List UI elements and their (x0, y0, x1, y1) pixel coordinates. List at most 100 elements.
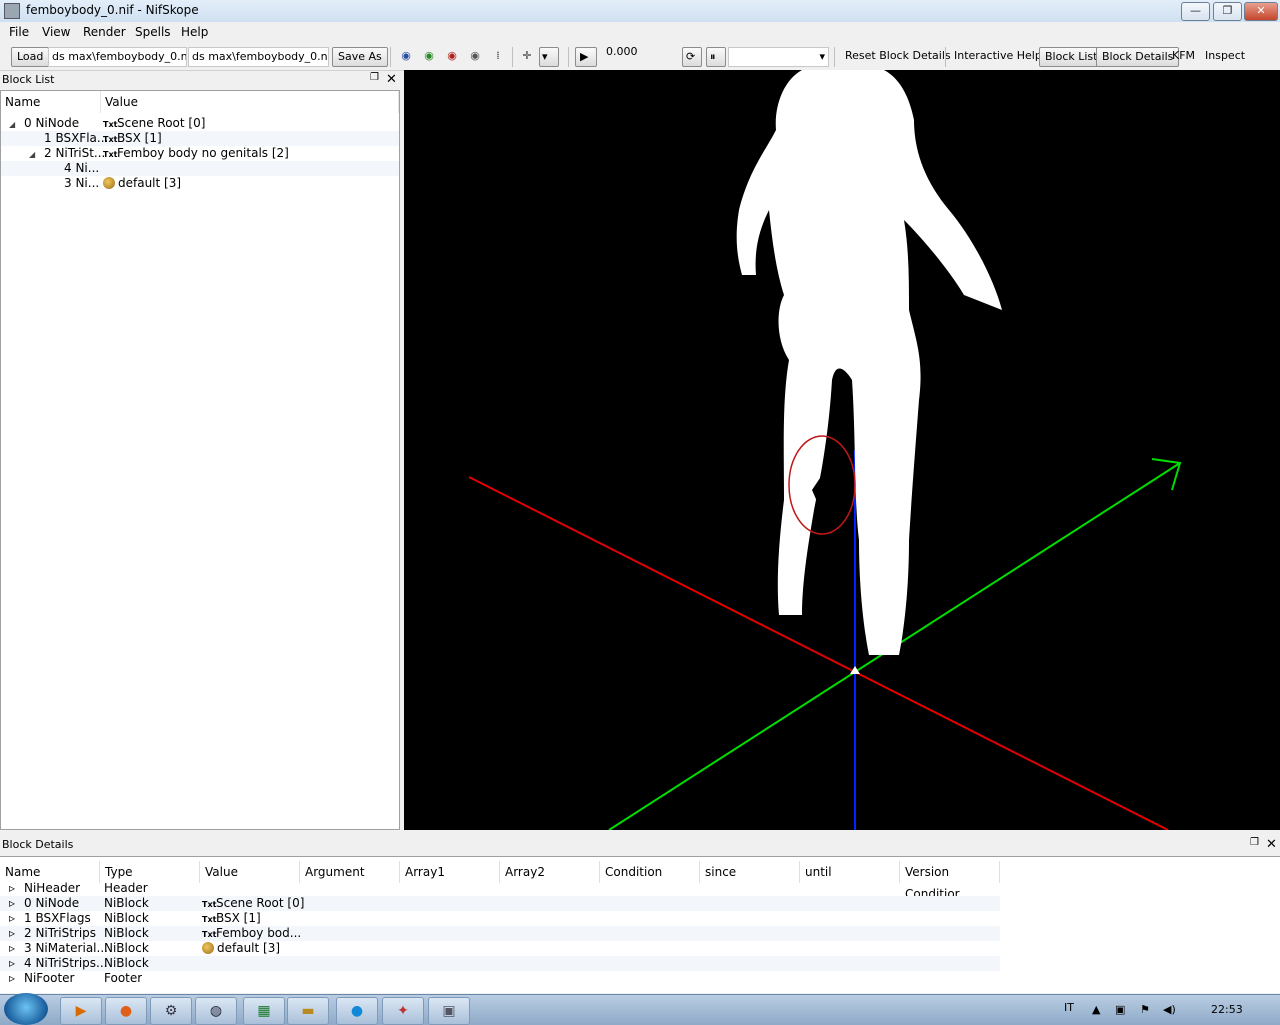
menu-help[interactable]: Help (181, 25, 208, 39)
eye-red-icon[interactable]: ◉ (444, 49, 460, 63)
column-header-value[interactable]: Value (101, 91, 399, 113)
eye-blue-icon[interactable]: ◉ (398, 49, 414, 63)
app-icon (4, 3, 20, 19)
axes-icon[interactable]: ✛ (519, 49, 535, 63)
collapsed-arrow-icon[interactable]: ▹ (9, 881, 15, 896)
table-row[interactable]: ▹ 1 BSXFlags NiBlock TxtBSX [1] (0, 911, 1000, 926)
close-panel-icon[interactable]: ✕ (1266, 836, 1278, 854)
close-window-button[interactable]: ✕ (1244, 2, 1278, 21)
collapsed-arrow-icon[interactable]: ▹ (9, 971, 15, 986)
tree-row[interactable]: ◢ 0 NiNode TxtScene Root [0] (1, 116, 399, 131)
close-panel-icon[interactable]: ✕ (386, 71, 398, 89)
media-player-icon[interactable]: ▶ (60, 997, 102, 1025)
menu-spells[interactable]: Spells (135, 25, 171, 39)
start-button[interactable] (4, 993, 48, 1025)
column-header-until[interactable]: until (800, 861, 900, 883)
kfm-button[interactable]: KFM (1172, 49, 1195, 62)
excel-icon[interactable]: ▦ (243, 997, 285, 1025)
interactive-help-button[interactable]: Interactive Help (954, 49, 1042, 62)
save-as-button[interactable]: Save As (332, 47, 388, 67)
eye-green-icon[interactable]: ◉ (421, 49, 437, 63)
table-row[interactable]: ▹ NiHeader Header (0, 881, 1000, 896)
tree-row-value: Femboy body no genitals [2] (117, 146, 289, 160)
palette-icon (202, 942, 214, 954)
body-mesh (736, 70, 1002, 655)
expanded-arrow-icon[interactable]: ◢ (9, 116, 19, 132)
steam-icon[interactable]: ◍ (195, 997, 237, 1025)
tree-row[interactable]: 3 Ni... default [3] (1, 176, 399, 191)
column-header-name[interactable]: Name (1, 91, 101, 113)
footprints-icon[interactable]: ⁞ (490, 49, 506, 63)
tree-row-name: 4 Ni... (64, 161, 100, 175)
row-value: BSX [1] (216, 911, 261, 925)
text-type-icon: Txt (202, 930, 217, 939)
menu-render[interactable]: Render (83, 25, 126, 39)
table-row[interactable]: ▹ 4 NiTriStrips... NiBlock (0, 956, 1000, 971)
collapsed-arrow-icon[interactable]: ▹ (9, 956, 15, 971)
language-indicator[interactable]: IT (1064, 1001, 1074, 1014)
menu-file[interactable]: File (9, 25, 29, 39)
collapsed-arrow-icon[interactable]: ▹ (9, 926, 15, 941)
menu-view[interactable]: View (42, 25, 70, 39)
action-center-icon[interactable]: ⚑ (1140, 1003, 1150, 1016)
column-header-value[interactable]: Value (200, 861, 300, 883)
table-row[interactable]: ▹ 0 NiNode NiBlock TxtScene Root [0] (0, 896, 1000, 911)
app-icon[interactable]: ✦ (382, 997, 424, 1025)
collapsed-arrow-icon[interactable]: ▹ (9, 896, 15, 911)
column-header-name[interactable]: Name (0, 861, 100, 883)
column-header-array2[interactable]: Array2 (500, 861, 600, 883)
text-type-icon: Txt (202, 915, 217, 924)
network-tool-icon[interactable]: ⚙ (150, 997, 192, 1025)
column-header-type[interactable]: Type (100, 861, 200, 883)
switch-button[interactable]: ⏸ (706, 47, 726, 67)
skype-icon[interactable]: ● (336, 997, 378, 1025)
tree-row[interactable]: ◢ 2 NiTriSt... TxtFemboy body no genital… (1, 146, 399, 161)
block-list-tree[interactable]: Name Value ◢ 0 NiNode TxtScene Root [0] … (0, 90, 400, 830)
restore-button[interactable]: ❐ (1213, 2, 1242, 21)
load-path-field[interactable]: ds max\femboybody_0.nif (48, 47, 187, 67)
save-path-field[interactable]: ds max\femboybody_0.nif (188, 47, 329, 67)
collapsed-arrow-icon[interactable]: ▹ (9, 911, 15, 926)
row-type: NiBlock (104, 956, 149, 970)
block-list-toggle[interactable]: Block List (1039, 47, 1104, 67)
row-name: NiHeader (24, 881, 81, 895)
load-button[interactable]: Load (11, 47, 50, 67)
block-details-table[interactable]: Name Type Value Argument Array1 Array2 C… (0, 856, 1280, 993)
tree-row-value: Scene Root [0] (117, 116, 206, 130)
collapsed-arrow-icon[interactable]: ▹ (9, 941, 15, 956)
float-panel-icon[interactable]: ❐ (1250, 838, 1260, 848)
minimize-button[interactable]: — (1181, 2, 1210, 21)
reset-block-details-button[interactable]: Reset Block Details (845, 49, 951, 62)
tree-row-name: 3 Ni... (64, 176, 100, 190)
tree-row[interactable]: 1 BSXFla... TxtBSX [1] (1, 131, 399, 146)
firefox-icon[interactable]: ● (105, 997, 147, 1025)
table-row[interactable]: ▹ 2 NiTriStrips NiBlock TxtFemboy bod... (0, 926, 1000, 941)
loop-button[interactable]: ⟳ (682, 47, 702, 67)
volume-icon[interactable]: ◀) (1163, 1003, 1176, 1016)
toolbar: Load ds max\femboybody_0.nif ds max\femb… (0, 42, 1280, 109)
view-dropdown-button[interactable]: ▾ (539, 47, 559, 67)
table-row[interactable]: ▹ 3 NiMaterial... NiBlock default [3] (0, 941, 1000, 956)
column-header-since[interactable]: since (700, 861, 800, 883)
column-header-argument[interactable]: Argument (300, 861, 400, 883)
row-name: 3 NiMaterial... (24, 941, 108, 955)
folder-icon[interactable]: ▬ (287, 997, 329, 1025)
float-panel-icon[interactable]: ❐ (370, 73, 380, 83)
table-row[interactable]: ▹ NiFooter Footer (0, 971, 1000, 986)
eye-gray-icon[interactable]: ◉ (467, 49, 483, 63)
play-button[interactable]: ▶ (575, 47, 597, 67)
animation-select[interactable]: ▾ (728, 47, 829, 67)
3d-viewport[interactable] (404, 70, 1280, 830)
show-hidden-icons-icon[interactable]: ▲ (1092, 1003, 1100, 1016)
tree-row[interactable]: 4 Ni... (1, 161, 399, 176)
inspect-button[interactable]: Inspect (1205, 49, 1245, 62)
column-header-array1[interactable]: Array1 (400, 861, 500, 883)
column-header-version-condition[interactable]: Version Conditior (900, 861, 1000, 901)
clock[interactable]: 22:53 (1211, 1003, 1243, 1016)
expanded-arrow-icon[interactable]: ◢ (29, 146, 39, 162)
switch-icon: ⏸ (710, 50, 716, 63)
column-header-condition[interactable]: Condition (600, 861, 700, 883)
nifskope-task-icon[interactable]: ▣ (428, 997, 470, 1025)
block-details-toggle[interactable]: Block Details (1096, 47, 1180, 67)
network-icon[interactable]: ▣ (1115, 1003, 1125, 1016)
